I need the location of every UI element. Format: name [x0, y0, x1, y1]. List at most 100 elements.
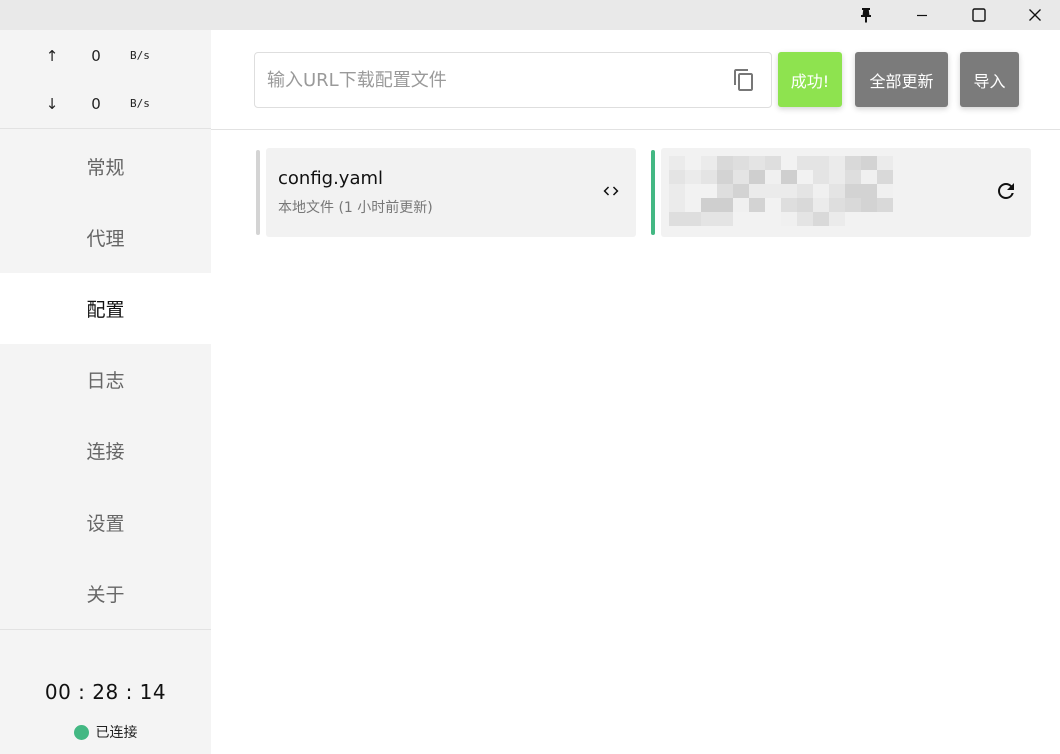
- redaction-pixel: [781, 184, 797, 198]
- sidebar-item-proxy[interactable]: 代理: [0, 202, 211, 273]
- minimize-button[interactable]: [894, 0, 950, 30]
- redaction-pixel: [701, 212, 717, 226]
- profile-card-selected[interactable]: [661, 148, 1031, 237]
- minimize-icon: [917, 14, 927, 17]
- profile-indicator: [256, 150, 260, 235]
- uptime-timer: 00 : 28 : 14: [44, 680, 167, 704]
- redaction-pixel: [717, 170, 733, 184]
- code-icon[interactable]: [599, 179, 623, 203]
- sidebar: ↑ 0 B/s ↓ 0 B/s 常规 代理 配置 日志 连接 设置 关于 00 …: [0, 30, 211, 754]
- redaction-pixel: [701, 156, 717, 170]
- close-button[interactable]: [1007, 0, 1060, 30]
- title-bar: [0, 0, 1060, 30]
- redaction-pixel: [813, 156, 829, 170]
- redaction-pixel: [717, 212, 733, 226]
- redaction-pixel: [877, 198, 893, 212]
- url-input[interactable]: [267, 53, 717, 107]
- redaction-pixel: [765, 184, 781, 198]
- status-label: 已连接: [95, 725, 138, 741]
- redaction-pixel: [717, 198, 733, 212]
- redaction-pixel: [813, 170, 829, 184]
- redaction-pixel: [845, 156, 861, 170]
- redaction-pixel: [749, 170, 765, 184]
- sidebar-item-general[interactable]: 常规: [0, 131, 211, 202]
- redaction-pixel: [797, 184, 813, 198]
- maximize-button[interactable]: [951, 0, 1007, 30]
- pin-icon: [861, 8, 871, 23]
- redaction-pixel: [845, 198, 861, 212]
- redaction-pixel: [733, 170, 749, 184]
- status-dot-icon: [73, 724, 89, 740]
- redaction-pixel: [797, 198, 813, 212]
- upload-value: 0: [91, 47, 101, 65]
- sidebar-item-profiles[interactable]: 配置: [0, 273, 211, 344]
- redaction-pixel: [877, 170, 893, 184]
- download-status-button[interactable]: 成功!: [778, 52, 842, 107]
- redaction-pixel: [829, 184, 845, 198]
- sidebar-item-logs[interactable]: 日志: [0, 344, 211, 415]
- download-unit: B/s: [130, 97, 150, 110]
- profile-name: config.yaml: [278, 168, 384, 189]
- import-button[interactable]: 导入: [960, 52, 1019, 107]
- redaction-pixel: [765, 156, 781, 170]
- redaction-pixel: [861, 156, 877, 170]
- redaction-pixel: [813, 198, 829, 212]
- redaction-pixel: [701, 170, 717, 184]
- download-arrow-icon: ↓: [45, 95, 59, 113]
- redaction-pixel: [765, 170, 781, 184]
- profile-card[interactable]: config.yaml 本地文件 (1 小时前更新): [266, 148, 636, 237]
- sidebar-item-about[interactable]: 关于: [0, 558, 211, 629]
- upload-speed: ↑ 0 B/s: [0, 44, 211, 68]
- paste-icon[interactable]: [732, 68, 756, 92]
- redaction-pixel: [861, 184, 877, 198]
- redaction-pixel: [733, 184, 749, 198]
- redaction-pixel: [813, 212, 829, 226]
- redaction-pixel: [781, 212, 797, 226]
- redaction-pixel: [877, 156, 893, 170]
- redaction-pixel: [749, 198, 765, 212]
- sidebar-item-connections[interactable]: 连接: [0, 415, 211, 486]
- redaction-pixel: [829, 198, 845, 212]
- redaction-pixel: [829, 170, 845, 184]
- redaction-pixel: [813, 184, 829, 198]
- download-speed: ↓ 0 B/s: [0, 92, 211, 116]
- profile-desc: 本地文件 (1 小时前更新): [278, 200, 433, 216]
- redaction-pixel: [685, 212, 701, 226]
- redaction-pixel: [685, 170, 701, 184]
- download-value: 0: [91, 95, 101, 113]
- redaction-pixel: [861, 198, 877, 212]
- url-input-box: [254, 52, 772, 108]
- redaction-pixel: [669, 156, 685, 170]
- redaction-pixel: [669, 198, 685, 212]
- sidebar-item-settings[interactable]: 设置: [0, 487, 211, 558]
- traffic-panel: ↑ 0 B/s ↓ 0 B/s: [0, 30, 211, 129]
- redaction-pixel: [749, 156, 765, 170]
- refresh-icon[interactable]: [994, 179, 1018, 203]
- redaction-pixel: [669, 184, 685, 198]
- redacted-profile-info: [669, 156, 899, 232]
- redaction-pixel: [781, 170, 797, 184]
- redaction-pixel: [733, 156, 749, 170]
- redaction-pixel: [829, 212, 845, 226]
- upload-unit: B/s: [130, 49, 150, 62]
- redaction-pixel: [845, 170, 861, 184]
- redaction-pixel: [797, 212, 813, 226]
- profiles-header: 成功! 全部更新 导入: [211, 30, 1060, 130]
- pin-button[interactable]: [838, 0, 894, 30]
- redaction-pixel: [749, 184, 765, 198]
- redaction-pixel: [733, 198, 749, 212]
- close-icon: [1029, 9, 1041, 21]
- redaction-pixel: [797, 156, 813, 170]
- update-all-button[interactable]: 全部更新: [855, 52, 948, 107]
- upload-arrow-icon: ↑: [45, 47, 59, 65]
- profile-indicator-selected: [651, 150, 655, 235]
- redaction-pixel: [669, 212, 685, 226]
- redaction-pixel: [845, 184, 861, 198]
- redaction-pixel: [781, 198, 797, 212]
- redaction-pixel: [877, 184, 893, 198]
- redaction-pixel: [861, 170, 877, 184]
- redaction-pixel: [829, 156, 845, 170]
- maximize-icon: [972, 8, 986, 22]
- connection-status: 已连接: [0, 722, 211, 742]
- sidebar-footer: 00 : 28 : 14 已连接: [0, 629, 211, 754]
